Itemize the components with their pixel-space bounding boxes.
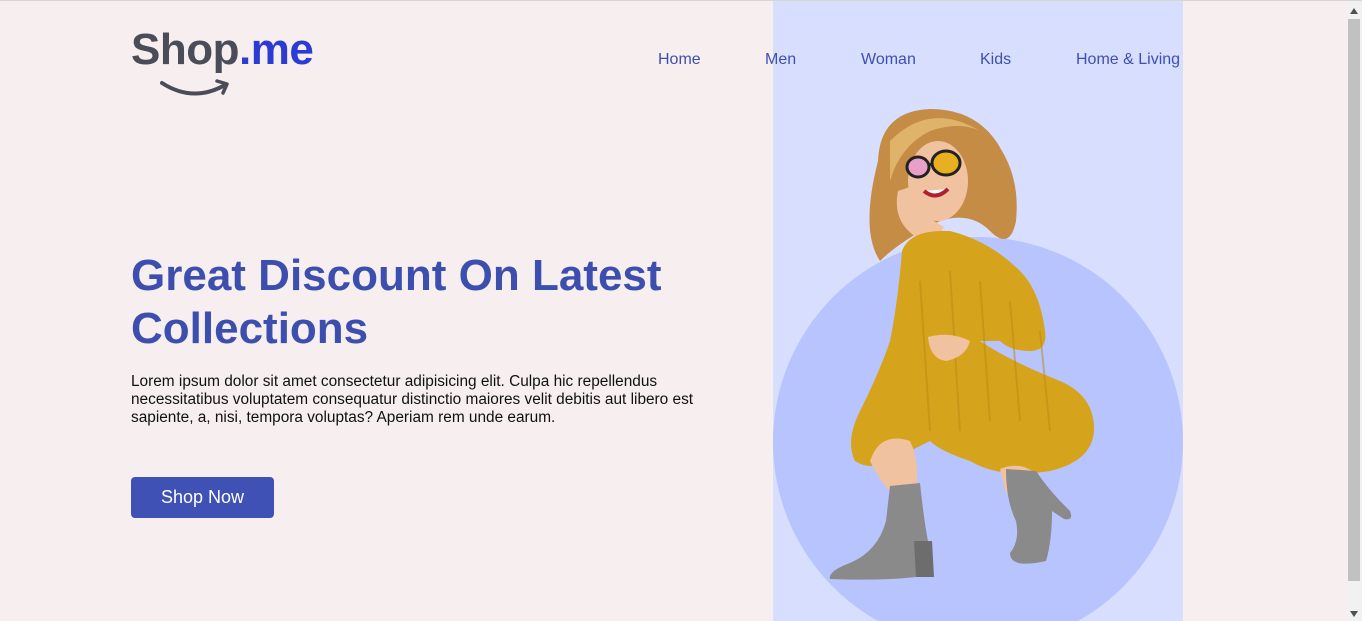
hero-description: Lorem ipsum dolor sit amet consectetur a… xyxy=(131,373,694,426)
model-photo xyxy=(829,109,1095,580)
nav-item-woman[interactable]: Woman xyxy=(861,51,916,69)
nav-item-men[interactable]: Men xyxy=(765,51,796,69)
page: Shop.me Home Men Woman Kids Home & Livin… xyxy=(0,1,1346,621)
nav-item-home[interactable]: Home xyxy=(658,51,701,69)
nav-item-kids[interactable]: Kids xyxy=(980,51,1011,69)
scroll-down-arrow-icon[interactable] xyxy=(1346,606,1362,621)
smile-arrow-icon xyxy=(160,79,229,96)
hero-title: Great Discount On Latest Collections xyxy=(131,251,662,353)
vertical-scrollbar[interactable] xyxy=(1346,1,1362,621)
scroll-up-arrow-icon[interactable] xyxy=(1346,3,1362,19)
nav-item-home-living[interactable]: Home & Living xyxy=(1076,51,1180,69)
main-nav: Home Men Woman Kids Home & Living xyxy=(0,51,1346,71)
shop-now-button[interactable]: Shop Now xyxy=(131,477,274,518)
scrollbar-thumb[interactable] xyxy=(1348,19,1360,581)
